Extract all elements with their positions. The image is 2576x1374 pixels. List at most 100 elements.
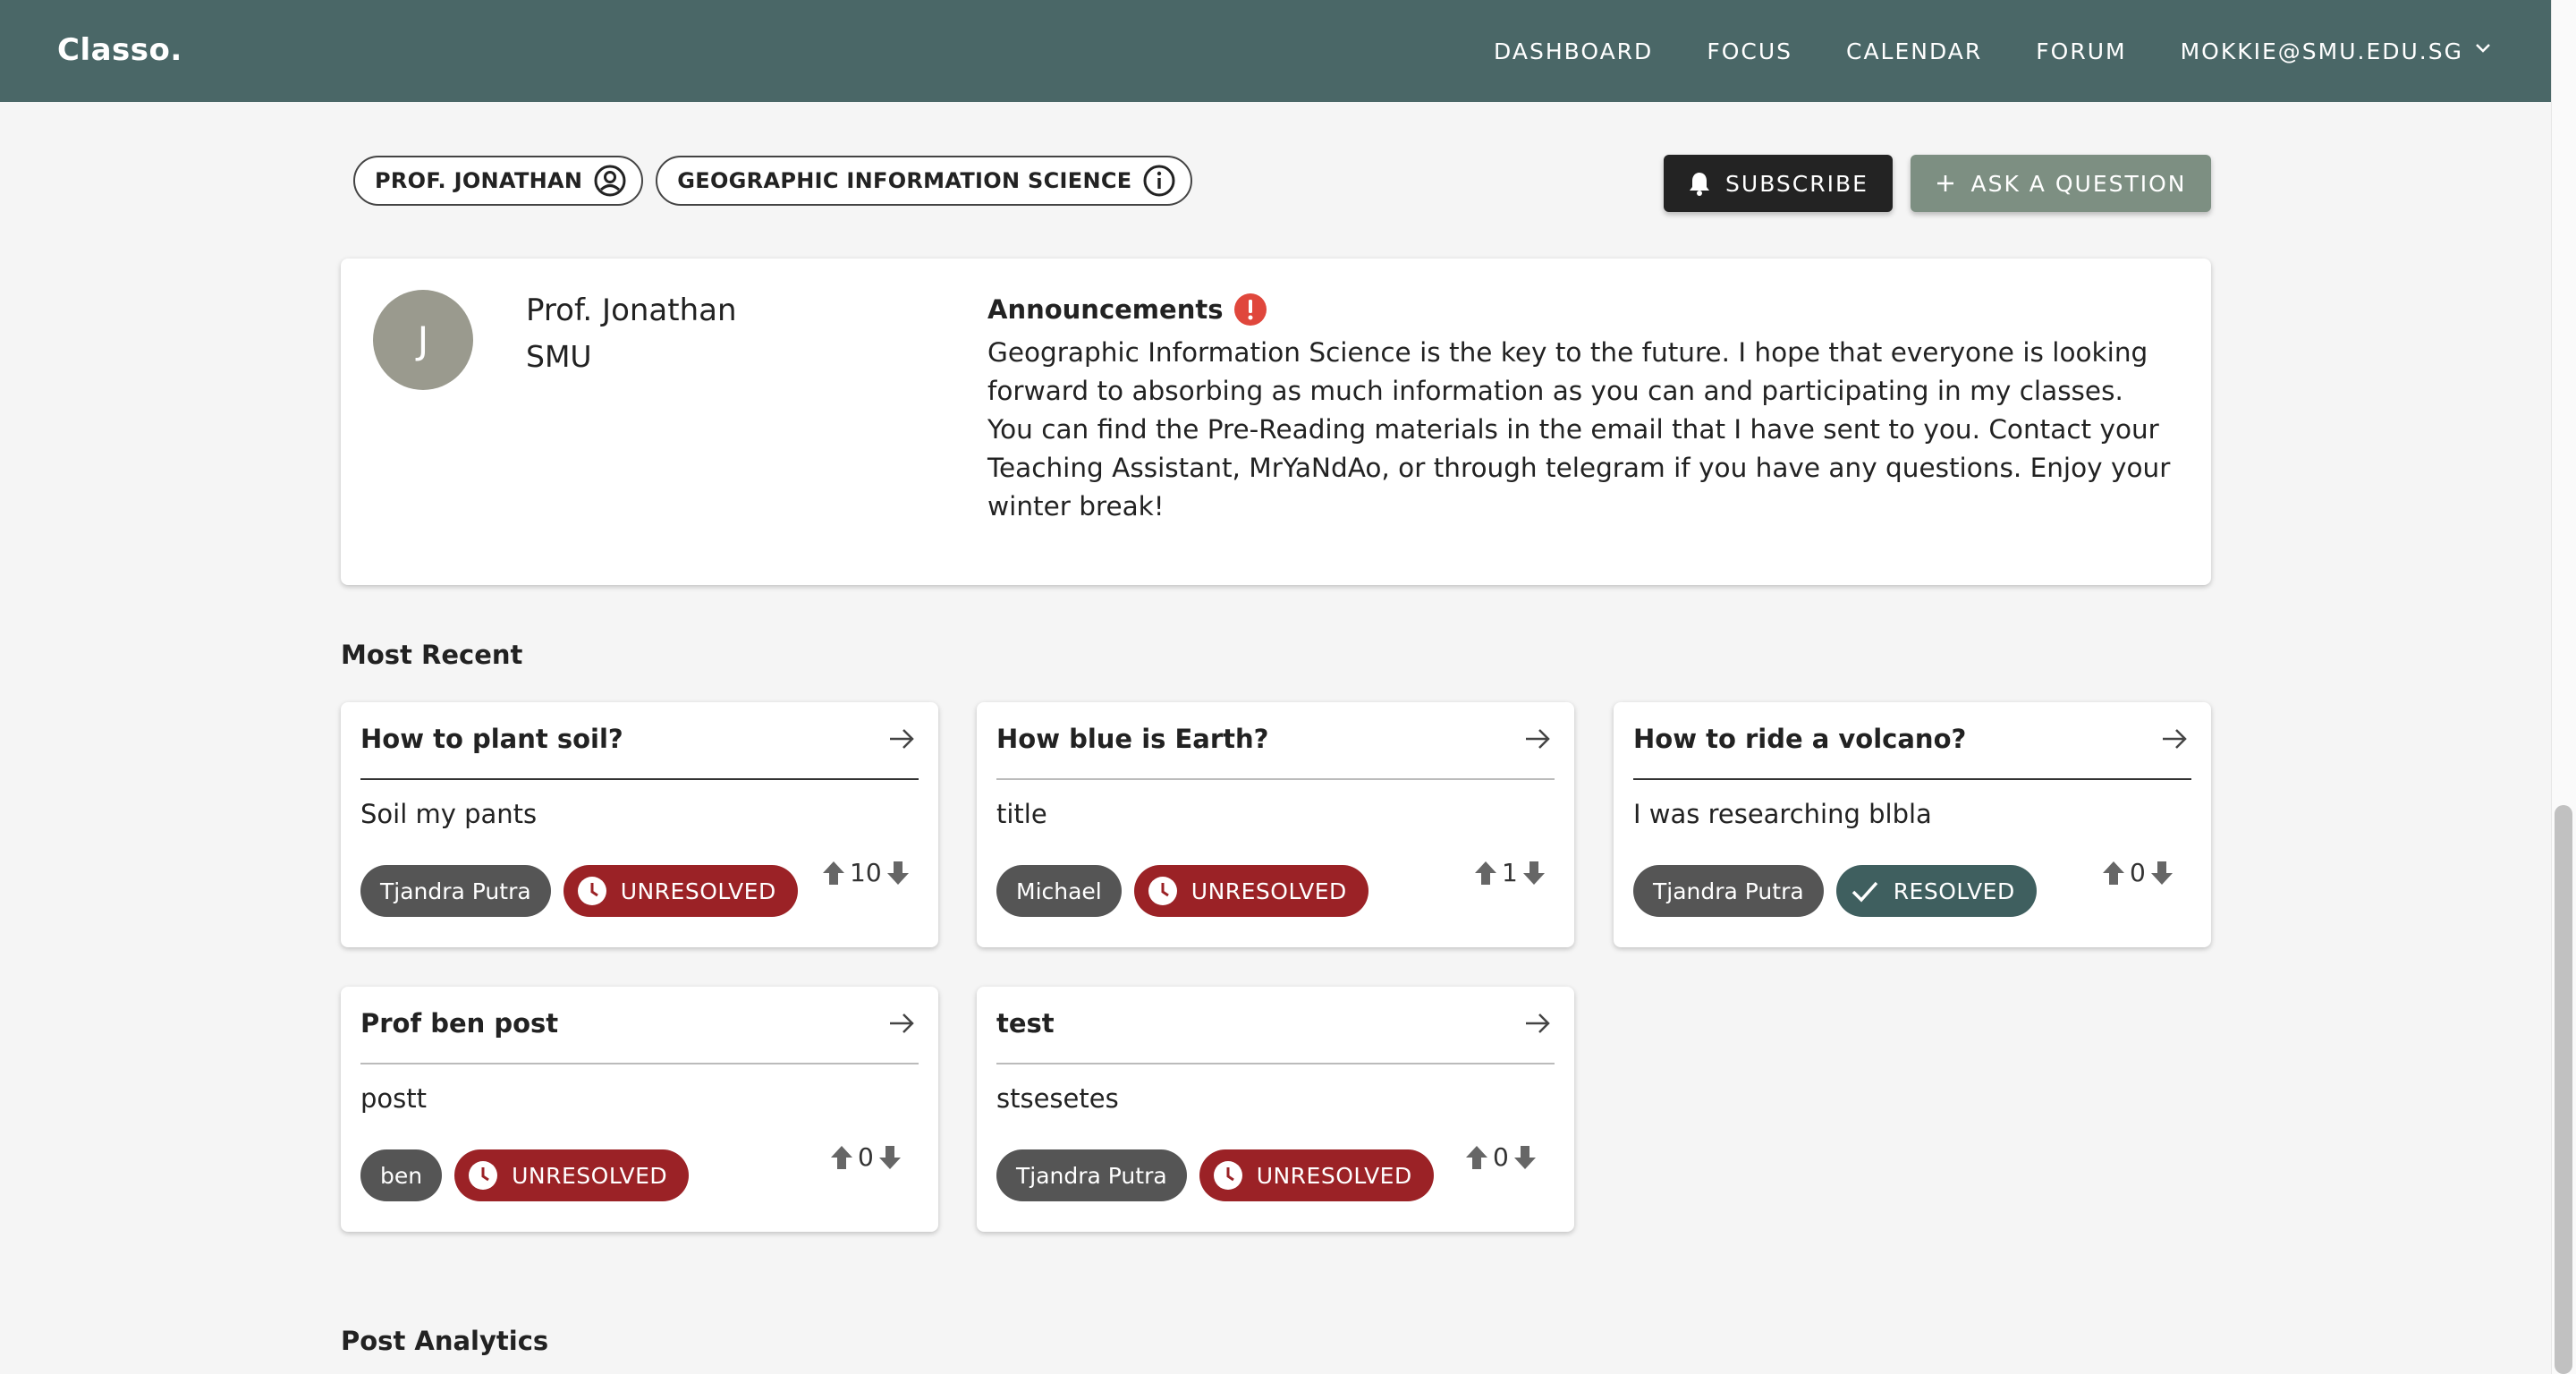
post-divider	[996, 1063, 1555, 1064]
post-title: How blue is Earth?	[996, 724, 1269, 754]
clock-icon	[576, 875, 608, 907]
vote-count: 10	[850, 858, 882, 887]
nav-forum[interactable]: FORUM	[2036, 38, 2126, 64]
downvote-icon[interactable]	[1521, 860, 1546, 886]
ask-question-button[interactable]: ASK A QUESTION	[1911, 155, 2211, 212]
course-chip[interactable]: GEOGRAPHIC INFORMATION SCIENCE	[656, 156, 1193, 206]
clock-icon	[1147, 875, 1179, 907]
vote-count: 0	[858, 1142, 874, 1172]
vote-control: 10	[821, 858, 911, 887]
post-title: test	[996, 1008, 1055, 1039]
post-body: title	[996, 799, 1047, 829]
announcements-heading: Announcements	[987, 293, 1267, 327]
post-analytics-heading: Post Analytics	[341, 1326, 549, 1356]
plus-icon	[1935, 173, 1956, 194]
status-label: UNRESOLVED	[1256, 1162, 1412, 1189]
post-divider	[360, 1063, 919, 1064]
vote-control: 0	[1464, 1142, 1538, 1172]
post-body: Soil my pants	[360, 799, 538, 829]
author-chip[interactable]: Tjandra Putra	[360, 865, 551, 917]
bell-icon	[1688, 171, 1711, 196]
professor-chip[interactable]: PROF. JONATHAN	[353, 156, 644, 206]
status-badge: UNRESOLVED	[563, 865, 798, 917]
author-chip[interactable]: Tjandra Putra	[1633, 865, 1824, 917]
post-card[interactable]: How to ride a volcano? I was researching…	[1614, 702, 2211, 947]
upvote-icon[interactable]	[1464, 1144, 1489, 1171]
subscribe-button[interactable]: SUBSCRIBE	[1664, 155, 1893, 212]
account-circle-icon	[593, 164, 627, 198]
upvote-icon[interactable]	[1473, 860, 1498, 886]
post-divider	[360, 778, 919, 780]
avatar: J	[373, 290, 473, 390]
professor-name: Prof. Jonathan	[526, 293, 737, 328]
post-card[interactable]: How to plant soil? Soil my pants Tjandra…	[341, 702, 938, 947]
post-card[interactable]: How blue is Earth? title Michael UNRESOL…	[977, 702, 1574, 947]
post-tags: Michael UNRESOLVED	[996, 865, 1368, 917]
vote-count: 0	[1493, 1142, 1509, 1172]
post-title: How to ride a volcano?	[1633, 724, 1967, 754]
subscribe-label: SUBSCRIBE	[1725, 170, 1868, 197]
scrollbar-thumb[interactable]	[2555, 805, 2572, 1374]
upvote-icon[interactable]	[829, 1144, 854, 1171]
post-title: How to plant soil?	[360, 724, 623, 754]
arrow-right-icon[interactable]	[1522, 1008, 1553, 1039]
user-menu[interactable]: MOKKIE@SMU.EDU.SG	[2181, 38, 2494, 64]
status-badge: RESOLVED	[1835, 865, 2037, 917]
nav-menu: DASHBOARD FOCUS CALENDAR FORUM MOKKIE@SM…	[1440, 0, 2494, 102]
status-badge: UNRESOLVED	[454, 1149, 690, 1201]
status-label: UNRESOLVED	[512, 1162, 668, 1189]
nav-calendar[interactable]: CALENDAR	[1846, 38, 1982, 64]
status-label: UNRESOLVED	[620, 878, 776, 904]
downvote-icon[interactable]	[886, 860, 911, 886]
check-icon	[1849, 875, 1881, 907]
clock-icon	[467, 1159, 499, 1192]
course-chip-label: GEOGRAPHIC INFORMATION SCIENCE	[677, 168, 1132, 193]
downvote-icon[interactable]	[877, 1144, 902, 1171]
arrow-right-icon[interactable]	[1522, 724, 1553, 754]
clock-icon	[1212, 1159, 1244, 1192]
downvote-icon[interactable]	[2149, 860, 2174, 886]
filter-chips: PROF. JONATHAN GEOGRAPHIC INFORMATION SC…	[353, 156, 1205, 206]
author-chip[interactable]: ben	[360, 1149, 443, 1201]
downvote-icon[interactable]	[1513, 1144, 1538, 1171]
vote-count: 1	[1502, 858, 1518, 887]
post-card[interactable]: Prof ben post postt ben UNRESOLVED 0	[341, 987, 938, 1232]
announcements-title: Announcements	[987, 294, 1224, 325]
arrow-right-icon[interactable]	[886, 1008, 917, 1039]
professor-org: SMU	[526, 339, 592, 374]
most-recent-heading: Most Recent	[341, 640, 523, 670]
user-email: MOKKIE@SMU.EDU.SG	[2180, 38, 2463, 64]
upvote-icon[interactable]	[821, 860, 846, 886]
vote-control: 0	[2101, 858, 2174, 887]
vote-control: 1	[1473, 858, 1546, 887]
status-label: RESOLVED	[1893, 878, 2015, 904]
post-tags: ben UNRESOLVED	[360, 1149, 690, 1201]
post-divider	[996, 778, 1555, 780]
post-divider	[1633, 778, 2191, 780]
nav-focus[interactable]: FOCUS	[1707, 38, 1792, 64]
arrow-right-icon[interactable]	[886, 724, 917, 754]
post-tags: Tjandra Putra UNRESOLVED	[360, 865, 798, 917]
brand-logo[interactable]: Classo.	[57, 32, 182, 68]
info-icon	[1142, 164, 1176, 198]
author-chip[interactable]: Michael	[996, 865, 1122, 917]
post-tags: Tjandra Putra RESOLVED	[1633, 865, 2037, 917]
status-badge: UNRESOLVED	[1199, 1149, 1434, 1201]
chevron-down-icon	[2463, 38, 2494, 64]
profile-card: J Prof. Jonathan SMU Announcements Geogr…	[341, 259, 2211, 585]
vote-count: 0	[2130, 858, 2146, 887]
upvote-icon[interactable]	[2101, 860, 2126, 886]
vote-control: 0	[829, 1142, 902, 1172]
author-chip[interactable]: Tjandra Putra	[996, 1149, 1187, 1201]
nav-dashboard[interactable]: DASHBOARD	[1494, 38, 1653, 64]
post-title: Prof ben post	[360, 1008, 559, 1039]
post-body: stsesetes	[996, 1083, 1119, 1114]
announcement-text: Geographic Information Science is the ke…	[987, 337, 2171, 522]
status-label: UNRESOLVED	[1191, 878, 1347, 904]
status-badge: UNRESOLVED	[1133, 865, 1368, 917]
arrow-right-icon[interactable]	[2159, 724, 2190, 754]
post-body: I was researching blbla	[1633, 799, 1932, 829]
professor-chip-label: PROF. JONATHAN	[375, 168, 583, 193]
post-card[interactable]: test stsesetes Tjandra Putra UNRESOLVED …	[977, 987, 1574, 1232]
top-navbar: Classo. DASHBOARD FOCUS CALENDAR FORUM M…	[0, 0, 2551, 102]
